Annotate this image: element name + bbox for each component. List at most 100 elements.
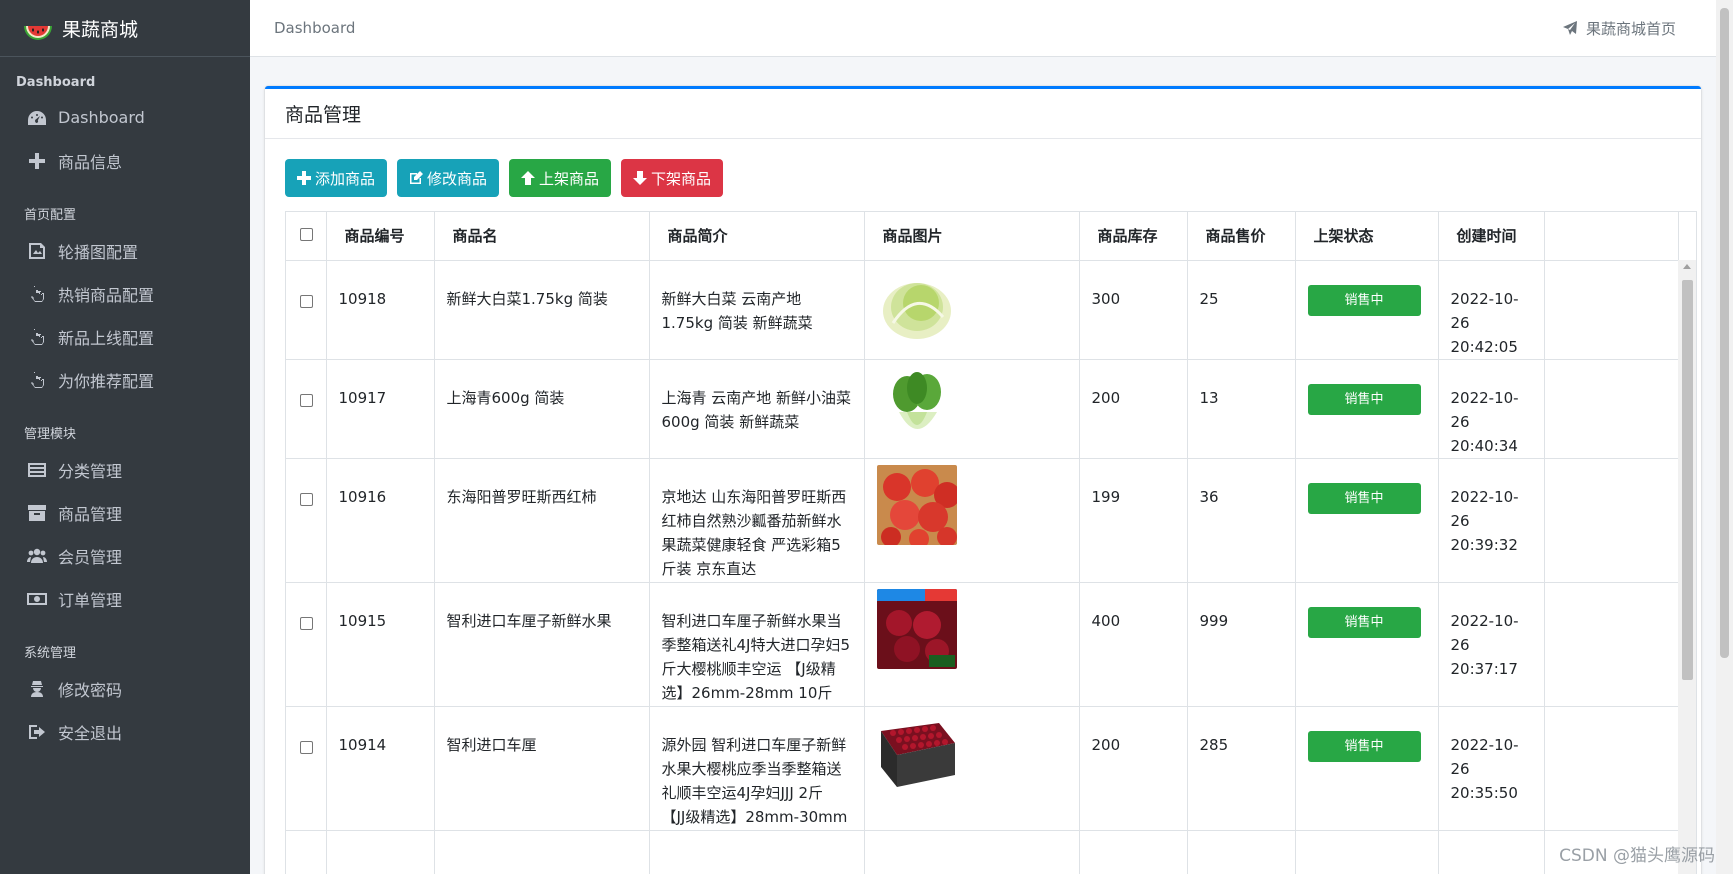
cell-image (864, 359, 1080, 459)
add-goods-button[interactable]: 添加商品 (285, 159, 388, 197)
table-scrollbar[interactable] (1678, 260, 1696, 874)
sidebar-item-logout[interactable]: 安全退出 (0, 710, 250, 753)
cell-status: 销售中 (1295, 260, 1439, 360)
edit-goods-label: 修改商品 (427, 169, 488, 188)
scroll-up-arrow-icon[interactable] (1683, 264, 1691, 269)
sidebar-item-label: 热销商品配置 (58, 285, 155, 305)
col-header-intro[interactable]: 商品简介 (649, 212, 865, 261)
col-header-stock[interactable]: 商品库存 (1079, 212, 1188, 261)
sidebar-item-hot-goods[interactable]: 热销商品配置 (0, 272, 250, 315)
sidebar-item-new-goods[interactable]: 新品上线配置 (0, 315, 250, 358)
watermelon-icon (24, 26, 52, 40)
cell-image (864, 706, 1080, 831)
goods-table: 商品编号 商品名 商品简介 商品图片 商品库存 商品售价 上架状态 创建时间 1… (286, 212, 1679, 874)
row-select-cell (286, 582, 327, 707)
cell-created: 2022-10-26 20:37:17 (1438, 582, 1545, 707)
cell-name: 上海青600g 简装 (434, 359, 650, 459)
cell-price (1187, 830, 1296, 874)
edit-goods-button[interactable]: 修改商品 (397, 159, 500, 197)
row-select-cell (286, 359, 327, 459)
delist-goods-button[interactable]: 下架商品 (621, 159, 724, 197)
cell-status: 销售中 (1295, 359, 1439, 459)
select-all-checkbox[interactable] (300, 227, 313, 241)
col-header-price[interactable]: 商品售价 (1187, 212, 1296, 261)
watermark: CSDN @猫头鹰源码 (1559, 846, 1715, 866)
cell-price: 36 (1187, 458, 1296, 583)
page-scrollbar-thumb[interactable] (1720, 8, 1729, 658)
topbar: Dashboard 果蔬商城首页 (250, 0, 1716, 57)
table-row[interactable] (286, 830, 1679, 874)
row-checkbox[interactable] (300, 492, 313, 506)
row-select-cell (286, 260, 327, 360)
cell-intro: 京地达 山东海阳普罗旺斯西红柿自然熟沙瓤番茄新鲜水果蔬菜健康轻食 严选彩箱5斤装… (649, 458, 865, 583)
cell-stock: 200 (1079, 359, 1188, 459)
toolbar: 添加商品 修改商品 上架商品 下架商品 (265, 139, 1701, 197)
table-row[interactable]: 10916 东海阳普罗旺斯西红柿 京地达 山东海阳普罗旺斯西红柿自然熟沙瓤番茄新… (286, 458, 1679, 583)
product-image-cabbage (876, 266, 957, 347)
breadcrumb[interactable]: Dashboard (274, 19, 355, 37)
cell-name: 智利进口车厘子新鲜水果 (434, 582, 650, 707)
cell-intro (649, 830, 865, 874)
sidebar-item-goods-manage[interactable]: 商品管理 (0, 491, 250, 534)
col-header-id[interactable]: 商品编号 (326, 212, 435, 261)
cell-created: 2022-10-26 20:40:34 (1438, 359, 1545, 459)
cell-price: 285 (1187, 706, 1296, 831)
paper-plane-icon (1562, 21, 1577, 35)
cell-price: 999 (1187, 582, 1296, 707)
table-row[interactable]: 10915 智利进口车厘子新鲜水果 智利进口车厘子新鲜水果当季整箱送礼4J特大进… (286, 582, 1679, 707)
col-header-created[interactable]: 创建时间 (1438, 212, 1545, 261)
table-header-row: 商品编号 商品名 商品简介 商品图片 商品库存 商品售价 上架状态 创建时间 (286, 212, 1679, 261)
cell-price: 13 (1187, 359, 1296, 459)
table-row[interactable]: 10918 新鲜大白菜1.75kg 简装 新鲜大白菜 云南产地 1.75kg 简… (286, 260, 1679, 360)
arrow-up-icon (521, 171, 536, 185)
sidebar: 果蔬商城 Dashboard Dashboard 商品信息 首页配置 轮播图配置… (0, 0, 250, 874)
mall-home-link[interactable]: 果蔬商城首页 (1562, 18, 1676, 39)
sidebar-item-dashboard[interactable]: Dashboard (0, 96, 250, 139)
sidebar-item-orders[interactable]: 订单管理 (0, 577, 250, 620)
sidebar-item-change-password[interactable]: 修改密码 (0, 667, 250, 710)
brand[interactable]: 果蔬商城 (0, 0, 250, 57)
row-checkbox[interactable] (300, 393, 313, 407)
row-checkbox[interactable] (300, 740, 313, 754)
cell-price: 25 (1187, 260, 1296, 360)
goods-management-card: 商品管理 添加商品 修改商品 上架商品 下架商品 商品编号 商品名 商品简介 商… (265, 86, 1701, 874)
nav-header-home-config: 首页配置 (24, 208, 77, 223)
table-row[interactable]: 10914 智利进口车厘 源外园 智利进口车厘子新鲜水果大樱桃应季当季整箱送礼顺… (286, 706, 1679, 831)
plus-icon (26, 151, 48, 171)
dashboard-icon (26, 108, 48, 128)
money-icon (26, 589, 48, 609)
row-checkbox[interactable] (300, 616, 313, 630)
users-icon (26, 546, 48, 566)
product-image-bokchoy (876, 365, 957, 446)
hand-pointer-icon (26, 284, 48, 304)
delist-goods-label: 下架商品 (651, 169, 712, 188)
cell-image (864, 260, 1080, 360)
col-header-status[interactable]: 上架状态 (1295, 212, 1439, 261)
sidebar-item-label: 商品管理 (58, 504, 123, 524)
sidebar-item-carousel[interactable]: 轮播图配置 (0, 229, 250, 272)
cell-id: 10918 (326, 260, 435, 360)
sidebar-item-label: 安全退出 (58, 723, 123, 743)
cell-stock: 300 (1079, 260, 1188, 360)
table-scrollbar-thumb[interactable] (1682, 280, 1693, 680)
sidebar-item-recommend[interactable]: 为你推荐配置 (0, 358, 250, 401)
nav-header-manage: 管理模块 (24, 427, 77, 442)
cell-created (1438, 830, 1545, 874)
col-header-name[interactable]: 商品名 (434, 212, 650, 261)
cell-intro: 源外园 智利进口车厘子新鲜水果大樱桃应季当季整箱送礼顺丰空运4J孕妇JJJ 2斤… (649, 706, 865, 831)
row-checkbox[interactable] (300, 294, 313, 308)
cell-created: 2022-10-26 20:35:50 (1438, 706, 1545, 831)
page-scrollbar[interactable] (1716, 0, 1733, 874)
table-row[interactable]: 10917 上海青600g 简装 上海青 云南产地 新鲜小油菜 600g 简装 … (286, 359, 1679, 459)
cell-spacer (1544, 359, 1679, 459)
cell-id (326, 830, 435, 874)
cell-spacer (1544, 458, 1679, 583)
row-select-cell (286, 458, 327, 583)
list-goods-button[interactable]: 上架商品 (509, 159, 612, 197)
sidebar-item-category[interactable]: 分类管理 (0, 448, 250, 491)
row-select-cell (286, 830, 327, 874)
status-badge: 销售中 (1307, 383, 1421, 415)
sidebar-item-members[interactable]: 会员管理 (0, 534, 250, 577)
col-header-image[interactable]: 商品图片 (864, 212, 1080, 261)
sidebar-item-goods-info[interactable]: 商品信息 (0, 139, 250, 182)
